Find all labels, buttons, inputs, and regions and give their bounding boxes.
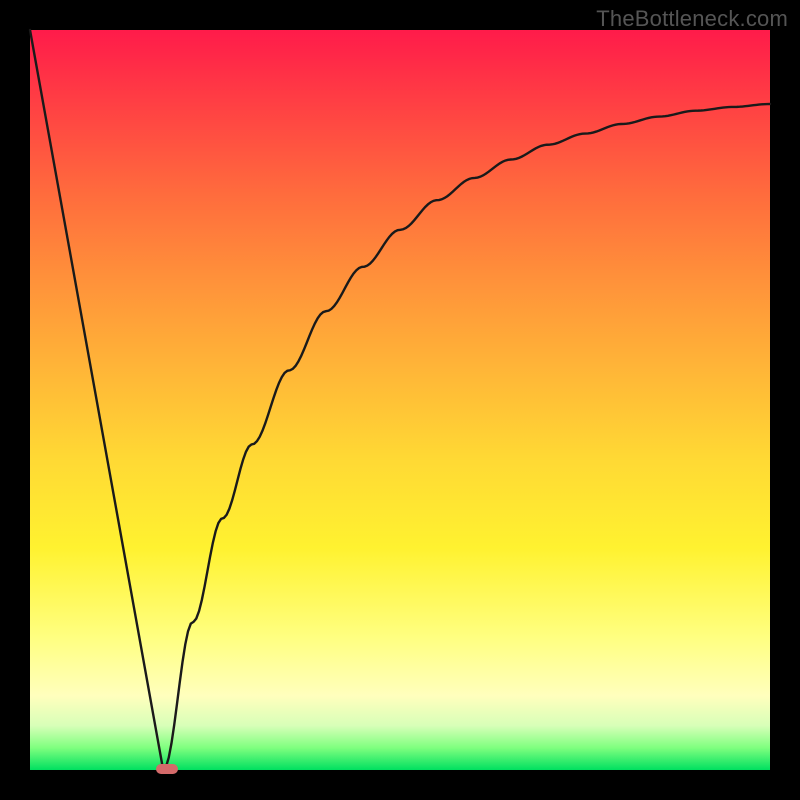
chart-frame: TheBottleneck.com [0, 0, 800, 800]
vertex-marker [156, 764, 178, 774]
series-layer [30, 30, 770, 770]
curve-right-branch [163, 104, 770, 770]
plot-area [30, 30, 770, 770]
watermark-text: TheBottleneck.com [596, 6, 788, 32]
curve-left-branch [30, 30, 163, 770]
